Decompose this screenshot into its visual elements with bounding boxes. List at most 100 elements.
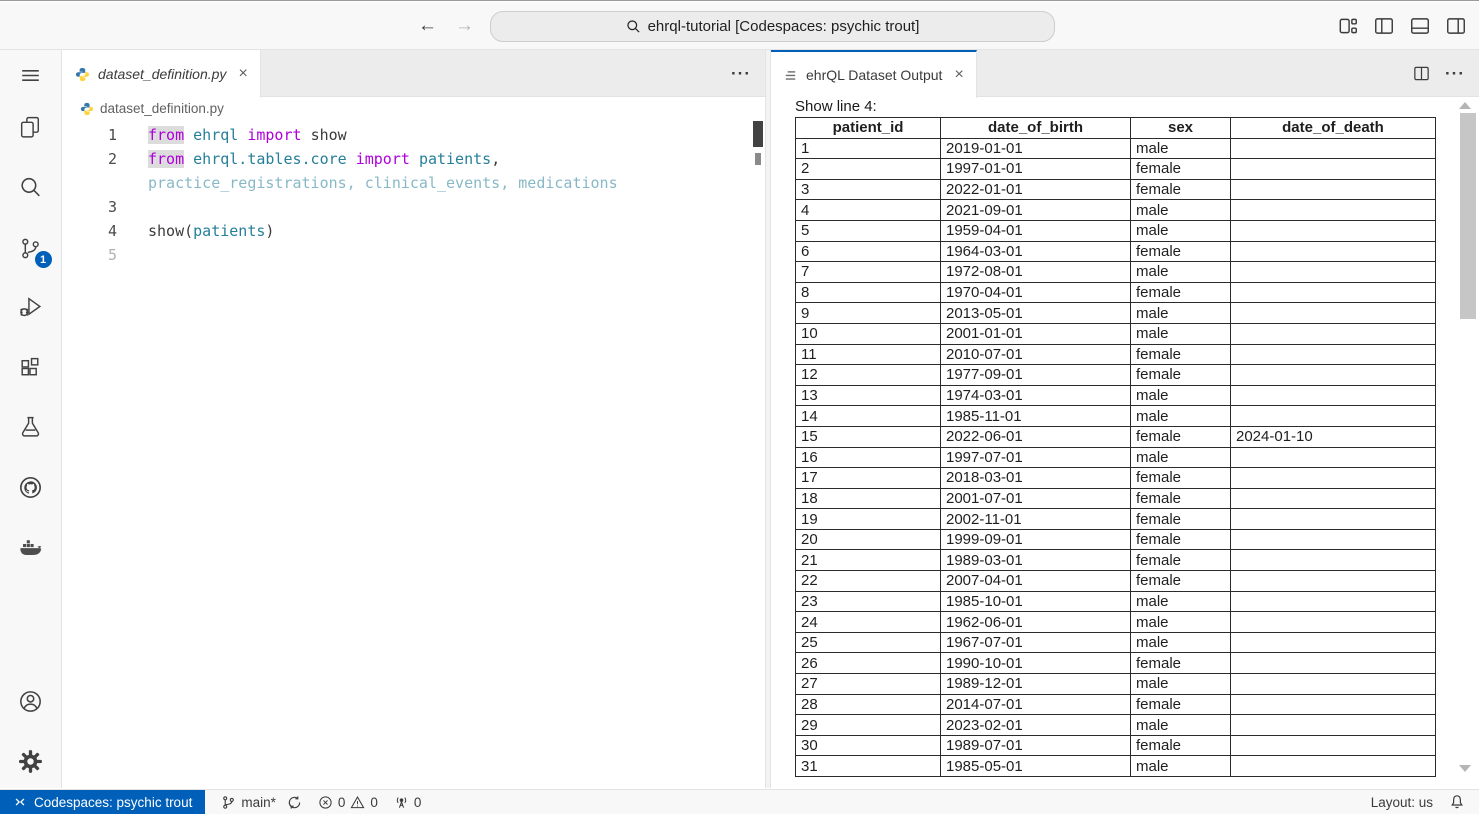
accounts-button[interactable] [14,684,48,718]
table-cell: 2023-02-01 [941,715,1131,736]
table-cell [1231,715,1436,736]
toggle-panel-icon[interactable] [1409,15,1431,37]
sidebar-item-explorer[interactable] [14,110,48,144]
scroll-up-arrow[interactable] [1459,102,1471,109]
table-cell [1231,200,1436,221]
table-row: 261990-10-01female [796,653,1436,674]
code-editor[interactable]: 1from ehrql import show2from ehrql.table… [63,121,765,788]
table-cell: female [1131,488,1231,509]
table-cell: 28 [796,694,941,715]
radio-tower-icon [394,795,409,810]
table-cell: 1967-07-01 [941,632,1131,653]
sidebar-item-docker[interactable] [14,530,48,564]
command-center-search[interactable]: ehrql-tutorial [Codespaces: psychic trou… [490,11,1055,42]
table-cell: 2024-01-10 [1231,426,1436,447]
line-number: 1 [63,123,117,147]
table-row: 311985-05-01male [796,756,1436,777]
docker-icon [17,534,44,561]
table-cell: 5 [796,220,941,241]
sidebar-item-search[interactable] [14,170,48,204]
warning-icon [350,795,365,810]
vscode-window: ← → ehrql-tutorial [Codespaces: psychic … [0,0,1479,817]
table-cell [1231,550,1436,571]
column-header: sex [1131,118,1231,139]
toggle-secondary-sidebar-icon[interactable] [1445,15,1467,37]
table-cell: 9 [796,303,941,324]
table-cell [1231,735,1436,756]
table-cell: 19 [796,509,941,530]
show-line-label: Show line 4: [795,99,1479,115]
table-cell: 2022-06-01 [941,426,1131,447]
tab-dataset-definition[interactable]: dataset_definition.py × [63,50,261,98]
close-tab-icon[interactable]: × [238,66,247,82]
remote-indicator[interactable]: Codespaces: psychic trout [0,790,205,814]
table-cell: 1997-07-01 [941,447,1131,468]
problems-indicator[interactable]: 0 0 [318,795,378,810]
table-cell: 1990-10-01 [941,653,1131,674]
back-icon[interactable]: ← [418,15,437,37]
settings-button[interactable] [14,744,48,778]
table-cell: 2007-04-01 [941,571,1131,592]
table-row: 201999-09-01female [796,529,1436,550]
table-row: 92013-05-01male [796,303,1436,324]
editor-more-actions-icon[interactable]: ··· [731,64,751,84]
ehrql-output-webview: Show line 4: patient_iddate_of_birthsexd… [771,97,1479,788]
notifications-bell-icon[interactable] [1449,794,1465,810]
scroll-down-arrow[interactable] [1459,765,1471,772]
line-number: 4 [63,219,117,243]
sidebar-item-testing[interactable] [14,410,48,444]
error-icon [318,795,333,810]
sidebar-item-extensions[interactable] [14,351,48,385]
search-view-icon [17,174,44,201]
webview-scrollbar-thumb[interactable] [1460,113,1476,319]
table-cell: 4 [796,200,941,221]
close-tab-icon[interactable]: × [954,67,963,83]
table-cell: male [1131,756,1231,777]
layout-indicator[interactable]: Layout: us [1371,795,1433,810]
menu-button[interactable] [14,58,48,92]
branch-indicator[interactable]: main* [221,795,302,810]
table-cell: 2021-09-01 [941,200,1131,221]
table-cell: 2022-01-01 [941,179,1131,200]
table-cell [1231,632,1436,653]
table-cell: female [1131,282,1231,303]
code-line: 4show(patients) [63,219,765,243]
panel-more-actions-icon[interactable]: ··· [1445,64,1465,84]
table-cell: 13 [796,385,941,406]
sidebar-item-source-control[interactable]: 1 [14,231,48,265]
table-cell [1231,694,1436,715]
table-row: 71972-08-01male [796,262,1436,283]
table-cell: 16 [796,447,941,468]
explorer-icon [17,114,44,141]
table-cell: female [1131,509,1231,530]
table-cell: female [1131,529,1231,550]
line-number [63,171,117,195]
dataset-table: patient_iddate_of_birthsexdate_of_death1… [795,117,1436,777]
table-cell: female [1131,468,1231,489]
table-cell: 25 [796,632,941,653]
line-number: 3 [63,195,117,219]
table-row: 172018-03-01female [796,468,1436,489]
table-row: 12019-01-01male [796,138,1436,159]
forward-icon[interactable]: → [455,15,474,37]
code-line: 2from ehrql.tables.core import patients, [63,147,765,171]
sidebar-item-github[interactable] [14,470,48,504]
output-icon [783,68,798,83]
column-header: date_of_death [1231,118,1436,139]
table-cell [1231,344,1436,365]
sidebar-item-run-debug[interactable] [14,290,48,324]
port-count: 0 [414,795,422,810]
breadcrumb[interactable]: dataset_definition.py [63,97,765,120]
editor-scrollbar-thumb[interactable] [753,121,763,147]
split-editor-icon[interactable] [1412,64,1431,83]
table-cell: 2014-07-01 [941,694,1131,715]
error-count: 0 [338,795,346,810]
tab-ehrql-dataset-output[interactable]: ehrQL Dataset Output × [771,50,977,98]
ports-indicator[interactable]: 0 [394,795,422,810]
toggle-primary-sidebar-icon[interactable] [1373,15,1395,37]
title-bar: ← → ehrql-tutorial [Codespaces: psychic … [0,2,1479,50]
search-icon [626,19,641,34]
customize-layout-icon[interactable] [1337,15,1359,37]
table-cell: 1989-07-01 [941,735,1131,756]
table-cell: female [1131,241,1231,262]
